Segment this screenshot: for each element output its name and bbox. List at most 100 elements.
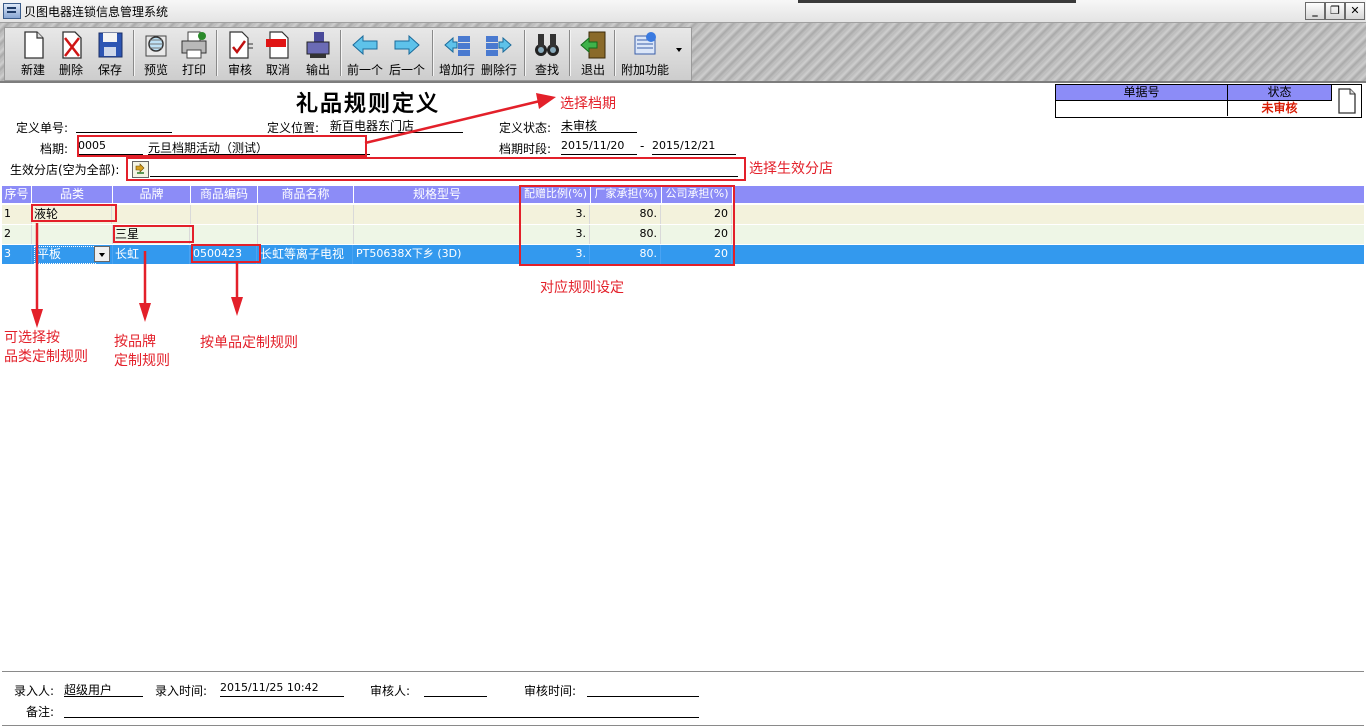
extra-functions-icon — [634, 32, 656, 55]
delete-row-icon — [486, 36, 512, 56]
period-highlight-box — [77, 135, 367, 157]
code-highlight-box — [191, 244, 261, 263]
period-label: 档期: — [40, 142, 69, 156]
location-label: 定义位置: — [267, 121, 320, 135]
cell-spec — [354, 205, 521, 224]
entry-time-field: 2015/11/25 10:42 — [220, 681, 344, 697]
add-row-icon — [444, 36, 470, 56]
printer-icon — [181, 31, 207, 59]
state-field: 未审核 — [561, 117, 637, 133]
annotation-by-brand-line1: 按品牌 — [114, 334, 156, 350]
reviewer-field — [424, 681, 487, 697]
cell-name: 长虹等离子电视 — [258, 245, 353, 264]
status-box: 单据号 状态 未审核 — [1055, 84, 1362, 118]
state-value: 未审核 — [1261, 101, 1298, 115]
category-dropdown-button[interactable] — [94, 246, 110, 262]
toolbar-separator — [614, 30, 615, 76]
app-icon — [3, 3, 21, 19]
rule-highlight-box — [519, 185, 735, 266]
remark-field[interactable] — [64, 702, 699, 718]
title-bar-divider — [798, 0, 1076, 3]
def-no-label: 定义单号: — [16, 121, 69, 135]
brand-highlight-box — [113, 225, 194, 243]
print-button-label: 打印 — [181, 63, 206, 77]
find-button[interactable]: 查找 — [527, 30, 567, 78]
save-button[interactable]: 保存 — [90, 30, 130, 78]
remark-label: 备注: — [26, 705, 55, 719]
exit-button-label: 退出 — [580, 63, 605, 77]
next-button-label: 后一个 — [388, 63, 425, 77]
reviewer-label: 审核人: — [370, 684, 411, 698]
col-header-category[interactable]: 品类 — [32, 186, 113, 203]
arrow-right-icon — [394, 34, 420, 56]
annotation-by-brand-line2: 定制规则 — [114, 353, 170, 369]
annotation-select-branch: 选择生效分店 — [749, 161, 833, 177]
category-select-value[interactable]: 平板 — [34, 246, 96, 264]
cell-brand[interactable] — [113, 205, 191, 224]
cell-no: 3 — [4, 245, 32, 264]
window-title-bar: 贝图电器连锁信息管理系统 — [0, 0, 1366, 23]
delete-row-button[interactable]: 删除行 — [479, 30, 519, 78]
document-icon[interactable] — [1336, 87, 1358, 115]
period-time-label: 档期时段: — [499, 142, 552, 156]
cell-name — [258, 225, 354, 244]
period-start-field[interactable]: 2015/11/20 — [561, 139, 637, 155]
doc-no-header: 单据号 — [1056, 85, 1228, 101]
def-no-field[interactable] — [76, 117, 172, 133]
arrow-left-icon — [352, 34, 378, 56]
annotation-by-category-line1: 可选择按 — [4, 330, 60, 346]
next-button[interactable]: 后一个 — [387, 30, 427, 78]
cell-code[interactable] — [191, 225, 258, 244]
col-header-spec[interactable]: 规格型号 — [354, 186, 521, 203]
print-button[interactable]: 打印 — [174, 30, 214, 78]
period-dash: - — [640, 139, 645, 153]
cell-spec: PT50638X下乡 (3D) — [354, 245, 520, 264]
doc-no-value — [1056, 101, 1228, 116]
binoculars-icon — [535, 34, 559, 56]
cell-code[interactable] — [191, 205, 258, 224]
cell-category-editor[interactable]: 平板 — [32, 245, 113, 264]
minimize-button[interactable]: _ — [1305, 2, 1325, 20]
col-header-code[interactable]: 商品编码 — [191, 186, 258, 203]
period-end-field[interactable]: 2015/12/21 — [652, 139, 736, 155]
extra-functions-button[interactable]: 附加功能 — [621, 30, 669, 78]
category-highlight-box — [31, 204, 117, 222]
export-button-label: 输出 — [305, 63, 330, 77]
dropdown-arrow-icon[interactable] — [676, 48, 682, 52]
cell-brand[interactable]: 长虹 — [113, 245, 190, 264]
chevron-down-icon — [99, 253, 105, 257]
prev-button[interactable]: 前一个 — [345, 30, 385, 78]
annotation-by-item: 按单品定制规则 — [200, 335, 298, 351]
cell-name — [258, 205, 354, 224]
toolbar-bottom-border — [0, 82, 1366, 83]
exit-button[interactable]: 退出 — [573, 30, 613, 78]
review-time-field — [587, 681, 699, 697]
close-button[interactable]: ✕ — [1345, 2, 1365, 20]
state-label: 定义状态: — [499, 121, 552, 135]
entry-user-label: 录入人: — [14, 684, 55, 698]
window-title: 贝图电器连锁信息管理系统 — [24, 5, 169, 19]
add-row-button[interactable]: 增加行 — [437, 30, 477, 78]
cell-no: 2 — [4, 225, 32, 244]
delete-row-button-label: 删除行 — [480, 63, 517, 77]
location-field[interactable]: 新百电器东门店 — [330, 117, 463, 133]
branch-highlight-box — [126, 157, 746, 181]
cell-no: 1 — [4, 205, 32, 224]
cell-category[interactable] — [32, 225, 113, 244]
footer-bottom-border — [2, 725, 1364, 726]
approve-icon — [229, 31, 253, 59]
export-button[interactable]: 输出 — [298, 30, 338, 78]
col-header-name[interactable]: 商品名称 — [258, 186, 354, 203]
preview-icon — [145, 35, 167, 57]
save-button-label: 保存 — [97, 63, 122, 77]
state-header: 状态 — [1228, 85, 1332, 101]
restore-button[interactable]: ❐ — [1325, 2, 1345, 20]
delete-document-icon — [62, 31, 82, 59]
entry-user-field: 超级用户 — [64, 681, 143, 697]
annotation-rule-setting: 对应规则设定 — [540, 280, 624, 296]
col-header-brand[interactable]: 品牌 — [113, 186, 191, 203]
exit-door-icon — [580, 31, 606, 59]
floppy-disk-icon — [98, 32, 123, 58]
col-header-no[interactable]: 序号 — [2, 186, 32, 203]
footer-divider — [2, 671, 1364, 672]
